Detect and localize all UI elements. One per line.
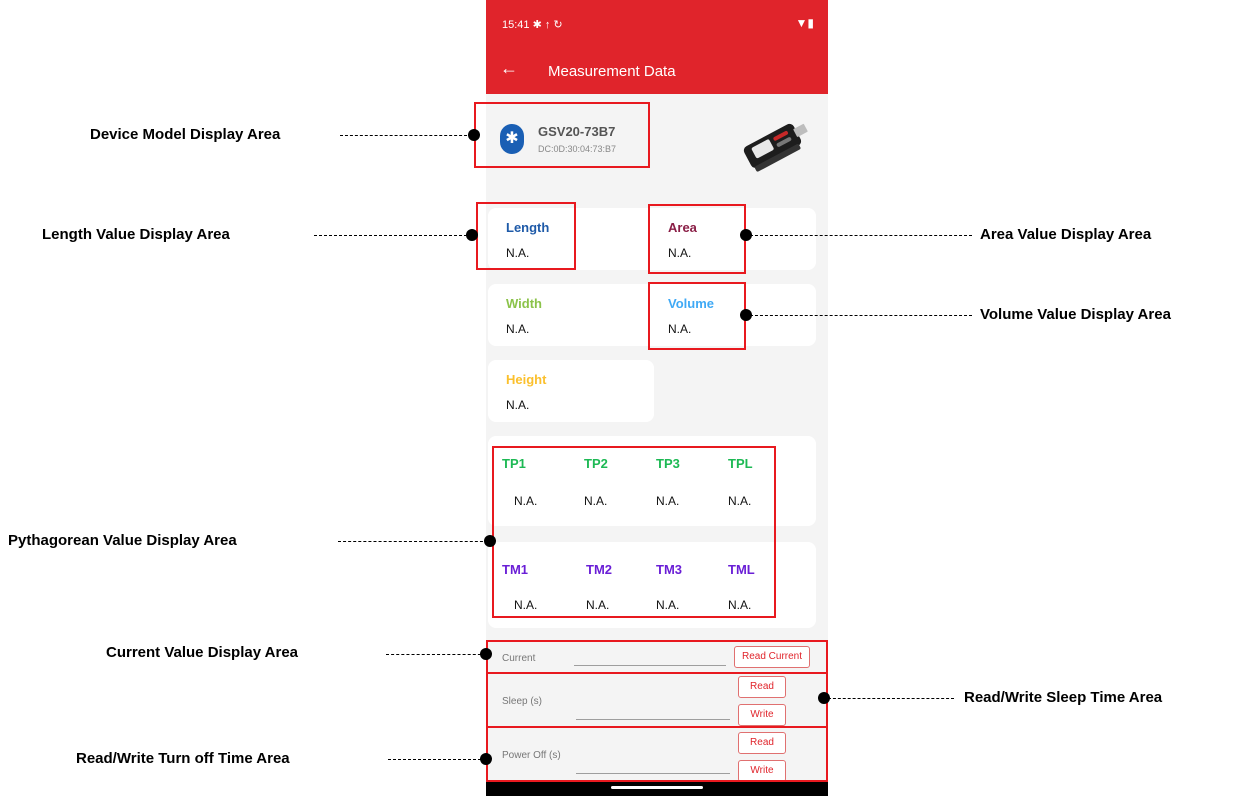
dot-device-model: [468, 129, 480, 141]
leader-turnoff: [388, 759, 486, 760]
nav-bar: [486, 780, 828, 796]
status-icons: ▼▮: [795, 16, 814, 30]
annotation-length: Length Value Display Area: [42, 226, 230, 243]
current-highlight: [486, 640, 828, 674]
dot-turnoff: [480, 753, 492, 765]
annotation-area: Area Value Display Area: [980, 226, 1152, 243]
leader-current: [386, 654, 486, 655]
dot-current: [480, 648, 492, 660]
status-time: 15:41 ✱ ↑ ↻: [502, 19, 563, 31]
dot-length: [466, 229, 478, 241]
leader-device-model: [340, 135, 472, 136]
dot-pythagorean: [484, 535, 496, 547]
home-gesture-handle[interactable]: [611, 786, 703, 789]
back-arrow-icon[interactable]: ←: [500, 58, 518, 79]
app-bar: ← Measurement Data: [486, 48, 828, 94]
annotation-turnoff: Read/Write Turn off Time Area: [76, 750, 290, 767]
annotation-pythagorean: Pythagorean Value Display Area: [8, 532, 237, 549]
annotation-sleep: Read/Write Sleep Time Area: [964, 689, 1163, 706]
page-title: Measurement Data: [548, 63, 676, 80]
pythagorean-highlight: [492, 446, 776, 618]
width-label: Width: [506, 296, 542, 311]
height-card: Height N.A.: [488, 360, 654, 422]
leader-volume: [750, 315, 972, 316]
leader-sleep: [828, 698, 954, 699]
volume-highlight: [648, 282, 746, 350]
leader-area: [750, 235, 972, 236]
device-image-icon: [743, 123, 808, 172]
height-label: Height: [506, 372, 547, 387]
width-value: N.A.: [506, 322, 530, 336]
status-bar: 15:41 ✱ ↑ ↻ ▼▮: [486, 0, 828, 48]
device-model-highlight: [474, 102, 650, 168]
leader-pythagorean: [338, 541, 488, 542]
sleep-highlight: [486, 672, 828, 728]
leader-length: [314, 235, 472, 236]
area-highlight: [648, 204, 746, 274]
annotation-current: Current Value Display Area: [106, 644, 299, 661]
length-highlight: [476, 202, 576, 270]
annotation-device-model: Device Model Display Area: [90, 126, 281, 143]
annotation-volume: Volume Value Display Area: [980, 306, 1171, 323]
height-value: N.A.: [506, 398, 530, 412]
turnoff-highlight: [486, 726, 828, 782]
